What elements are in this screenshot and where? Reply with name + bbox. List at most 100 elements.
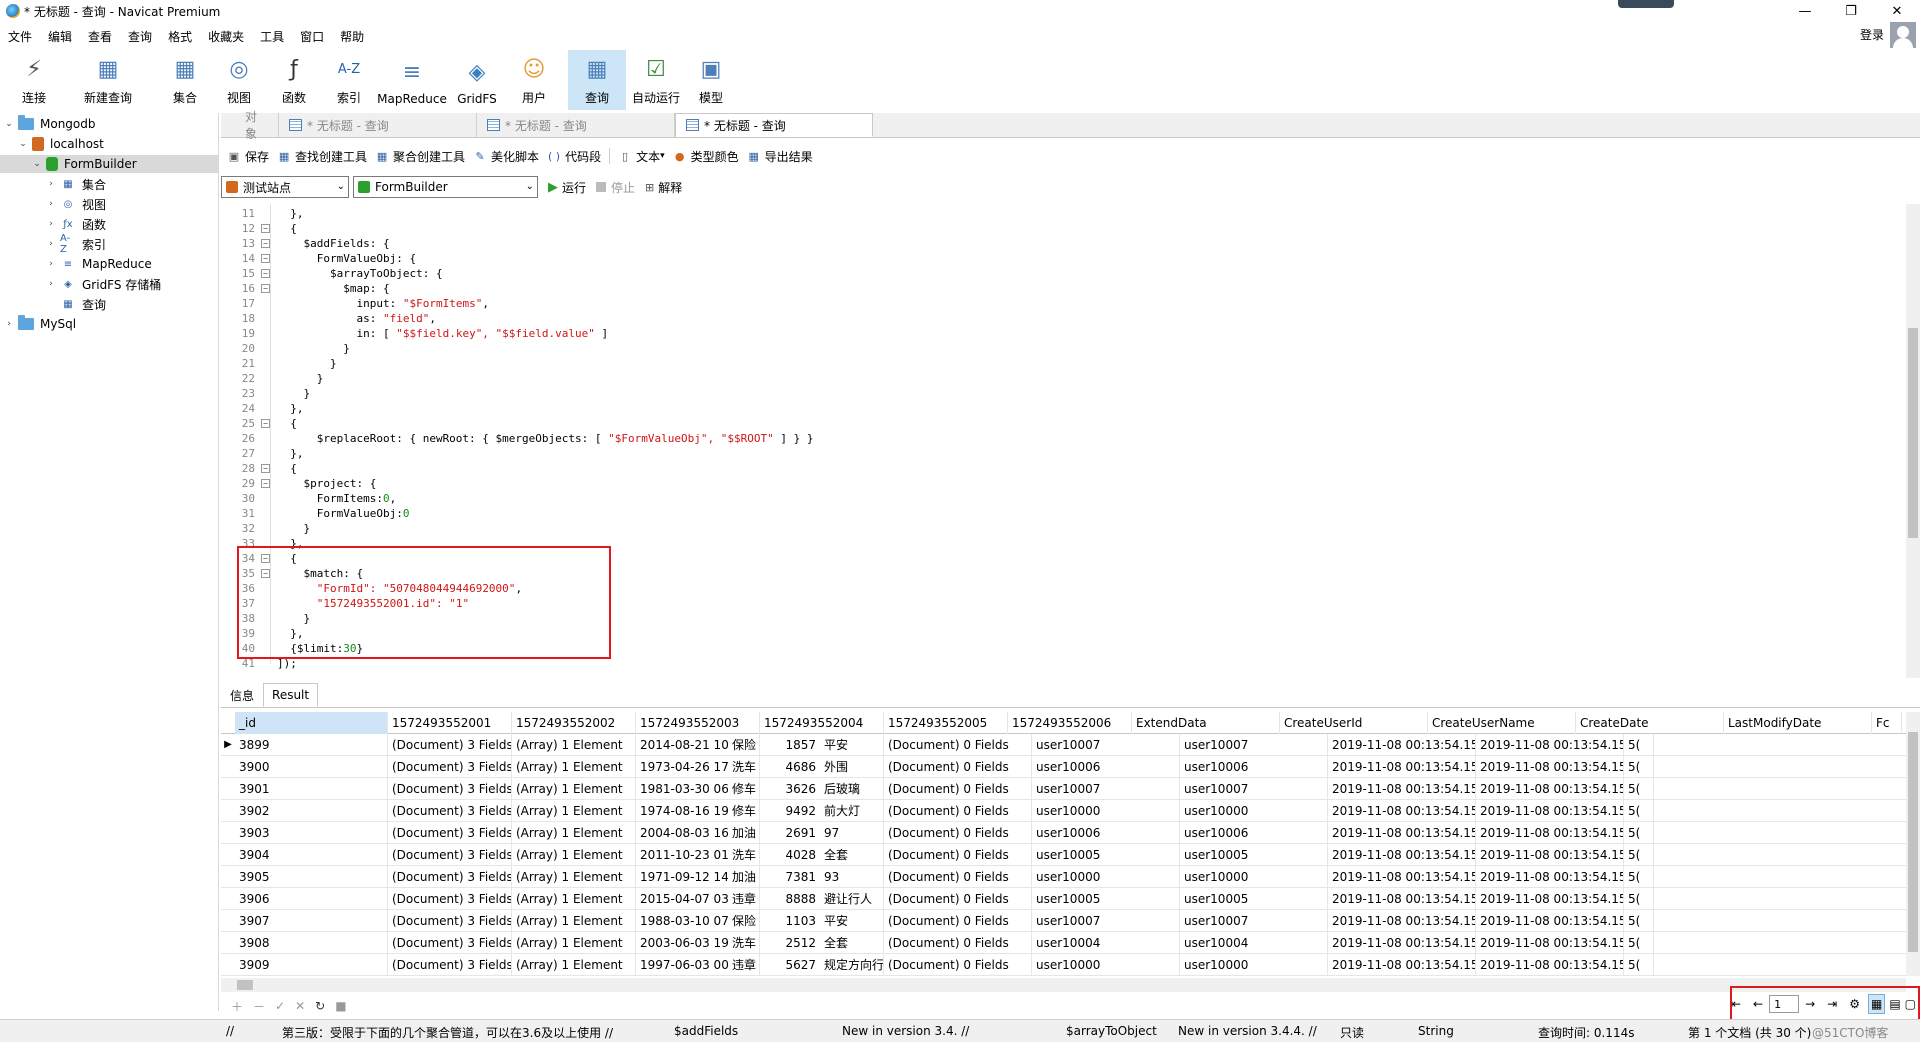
- tree-toggle-icon[interactable]: ›: [4, 319, 14, 329]
- table-cell[interactable]: 3908: [235, 931, 388, 954]
- table-cell[interactable]: (Document) 3 Fields: [388, 887, 512, 910]
- table-cell[interactable]: 2019-11-08 00:13:54.158: [1328, 909, 1476, 932]
- table-cell[interactable]: 2014-08-21 10:26:11: [636, 734, 728, 756]
- table-cell[interactable]: 2015-04-07 03:58:03: [636, 888, 728, 910]
- tree-toggle-icon[interactable]: ›: [46, 279, 56, 289]
- table-cell[interactable]: 4686: [760, 756, 820, 778]
- table-cell[interactable]: 保险: [728, 909, 760, 932]
- fold-toggle-icon[interactable]: −: [261, 269, 270, 278]
- column-header[interactable]: 1572493552005: [884, 712, 1008, 734]
- table-cell[interactable]: user10005: [1180, 887, 1328, 910]
- query-toolbar-button[interactable]: ▦ 查找创建工具: [277, 148, 367, 165]
- table-cell[interactable]: 2019-11-08 00:13:54.158: [1328, 931, 1476, 954]
- tree-item[interactable]: › ≡ MapReduce: [0, 255, 219, 273]
- table-cell[interactable]: (Document) 3 Fields: [388, 755, 512, 778]
- table-cell[interactable]: 1997-06-03 00:49:56: [636, 954, 728, 976]
- tree-item[interactable]: ⌄ FormBuilder: [0, 155, 219, 173]
- toolbar-button[interactable]: ◎ 视图: [214, 50, 264, 110]
- toolbar-button[interactable]: ▦ 新建查询: [72, 50, 144, 110]
- tab-info[interactable]: 信息: [221, 683, 263, 707]
- table-cell[interactable]: (Array) 1 Element: [512, 821, 636, 844]
- tab-query[interactable]: * 无标题 - 查询: [477, 113, 675, 137]
- table-cell[interactable]: 平安: [820, 733, 884, 756]
- tree-item[interactable]: ⌄ Mongodb: [0, 115, 219, 133]
- table-cell[interactable]: user10006: [1180, 755, 1328, 778]
- table-row[interactable]: 3904 (Document) 3 Fields (Array) 1 Element…: [221, 843, 1906, 866]
- table-cell[interactable]: user10006: [1180, 821, 1328, 844]
- table-cell[interactable]: 3904: [235, 843, 388, 866]
- tab-result[interactable]: Result: [263, 683, 319, 707]
- table-cell[interactable]: 后玻璃: [820, 777, 884, 800]
- fold-toggle-icon[interactable]: −: [261, 479, 270, 488]
- explain-button[interactable]: ⊞ 解释: [645, 179, 682, 196]
- tree-toggle-icon[interactable]: ⌄: [32, 159, 42, 169]
- toolbar-button[interactable]: ⚡ 连接: [8, 50, 60, 110]
- stop-icon[interactable]: ■: [335, 999, 346, 1013]
- table-cell[interactable]: user10006: [1032, 821, 1180, 844]
- delete-record-icon[interactable]: －: [253, 998, 265, 1015]
- fold-toggle-icon[interactable]: −: [261, 224, 270, 233]
- table-cell[interactable]: 1988-03-10 07:53:23: [636, 910, 728, 932]
- fold-toggle-icon[interactable]: −: [261, 254, 270, 263]
- table-cell[interactable]: 2019-11-08 00:13:54.158: [1476, 953, 1624, 976]
- table-cell[interactable]: 3899: [235, 733, 388, 756]
- close-button[interactable]: ✕: [1874, 0, 1920, 22]
- table-cell[interactable]: 2011-10-23 01:41:28: [636, 844, 728, 866]
- table-cell[interactable]: (Document) 0 Fields: [884, 777, 1032, 800]
- table-cell[interactable]: (Array) 1 Element: [512, 843, 636, 866]
- table-cell[interactable]: 93: [820, 865, 884, 888]
- table-cell[interactable]: (Array) 1 Element: [512, 799, 636, 822]
- table-cell[interactable]: 1974-08-16 19:52:35: [636, 800, 728, 822]
- column-header[interactable]: LastModifyDate: [1724, 712, 1872, 734]
- grid-scrollbar[interactable]: [1906, 712, 1920, 976]
- table-cell[interactable]: (Array) 1 Element: [512, 931, 636, 954]
- connection-select[interactable]: 测试站点 ⌄: [221, 176, 349, 198]
- table-cell[interactable]: (Document) 3 Fields: [388, 777, 512, 800]
- table-cell[interactable]: user10000: [1180, 953, 1328, 976]
- table-cell[interactable]: 3905: [235, 865, 388, 888]
- table-row[interactable]: 3907 (Document) 3 Fields (Array) 1 Element…: [221, 909, 1906, 932]
- table-cell[interactable]: 3906: [235, 887, 388, 910]
- table-cell[interactable]: (Document) 3 Fields: [388, 931, 512, 954]
- table-cell[interactable]: 2019-11-08 00:13:54.158: [1476, 887, 1624, 910]
- toolbar-button[interactable]: A-Z 索引: [323, 50, 375, 110]
- table-cell[interactable]: 3900: [235, 755, 388, 778]
- table-cell[interactable]: 2019-11-08 00:13:54.158: [1328, 799, 1476, 822]
- table-cell[interactable]: 8888: [760, 888, 820, 910]
- table-cell[interactable]: 外围: [820, 755, 884, 778]
- table-cell[interactable]: 5(: [1624, 777, 1654, 800]
- table-cell[interactable]: 前大灯: [820, 799, 884, 822]
- table-cell[interactable]: user10000: [1032, 865, 1180, 888]
- grid-horizontal-scrollbar[interactable]: [221, 978, 1906, 992]
- tree-toggle-icon[interactable]: ⌄: [18, 139, 28, 149]
- tree-toggle-icon[interactable]: ⌄: [4, 119, 14, 129]
- menu-item[interactable]: 工具: [252, 28, 292, 45]
- column-header[interactable]: 1572493552003: [636, 712, 760, 734]
- run-button[interactable]: ▶ 运行: [548, 179, 586, 196]
- table-cell[interactable]: 2004-08-03 16:47:25: [636, 822, 728, 844]
- table-cell[interactable]: 2019-11-08 00:13:54.158: [1328, 755, 1476, 778]
- table-cell[interactable]: 97: [820, 821, 884, 844]
- query-toolbar-button[interactable]: ▦ 导出结果: [747, 148, 812, 165]
- menu-item[interactable]: 查看: [80, 28, 120, 45]
- toolbar-button[interactable]: ☑ 自动运行: [628, 50, 684, 110]
- table-row[interactable]: ▶ 3899 (Document) 3 Fields (Array) 1 Elemen…: [221, 733, 1906, 756]
- tree-item[interactable]: › ▦ 集合: [0, 175, 219, 193]
- table-cell[interactable]: 5(: [1624, 733, 1654, 756]
- table-cell[interactable]: 1857: [760, 734, 820, 756]
- table-cell[interactable]: 2019-11-08 00:13:54.158: [1328, 733, 1476, 756]
- table-cell[interactable]: (Document) 0 Fields: [884, 887, 1032, 910]
- table-row[interactable]: 3906 (Document) 3 Fields (Array) 1 Element…: [221, 887, 1906, 910]
- table-cell[interactable]: user10007: [1032, 777, 1180, 800]
- table-cell[interactable]: 5(: [1624, 821, 1654, 844]
- table-cell[interactable]: 3902: [235, 799, 388, 822]
- table-cell[interactable]: (Document) 0 Fields: [884, 931, 1032, 954]
- toolbar-button[interactable]: ▦ 查询: [568, 50, 626, 110]
- table-cell[interactable]: 1971-09-12 14:35:26: [636, 866, 728, 888]
- table-cell[interactable]: user10006: [1032, 755, 1180, 778]
- horizontal-scroll-thumb[interactable]: [237, 980, 253, 990]
- login-link[interactable]: 登录: [1860, 26, 1884, 43]
- tree-item[interactable]: › A-Z 索引: [0, 233, 219, 255]
- table-cell[interactable]: 5(: [1624, 843, 1654, 866]
- toolbar-button[interactable]: ◈ GridFS: [452, 50, 502, 110]
